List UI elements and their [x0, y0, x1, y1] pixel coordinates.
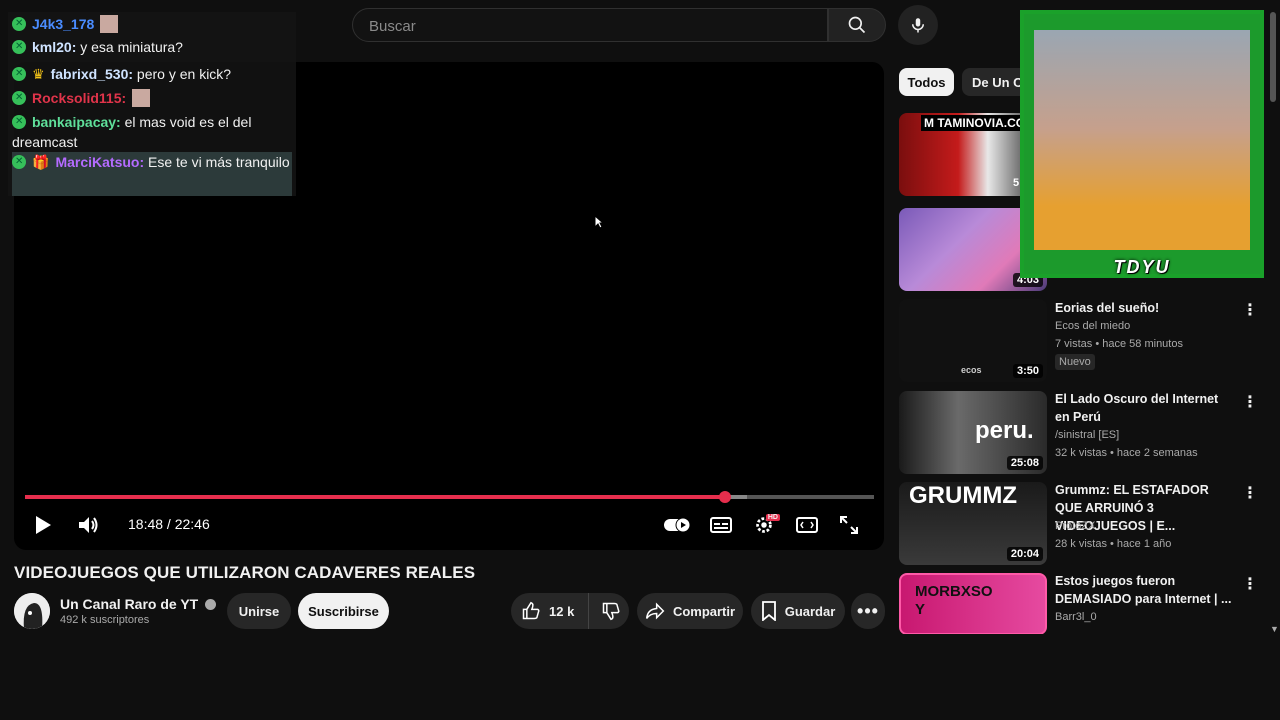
theater-mode-icon — [796, 517, 818, 533]
crown-badge-icon: ♛ — [32, 66, 45, 82]
volume-icon — [79, 517, 98, 533]
sidebar-scrollbar[interactable] — [1270, 12, 1276, 102]
video-thumbnail[interactable]: MORBXSO Y — [899, 573, 1047, 635]
autoplay-toggle[interactable] — [664, 516, 692, 534]
progress-scrubber[interactable] — [719, 491, 731, 503]
mouse-cursor-icon — [594, 215, 604, 229]
search-input[interactable] — [367, 9, 811, 43]
save-button[interactable]: Guardar — [751, 593, 845, 629]
fullscreen-icon — [840, 516, 858, 534]
video-thumbnail[interactable]: ecos 3:50 — [899, 299, 1047, 382]
subtitles-icon — [710, 517, 732, 533]
related-video-title[interactable]: El Lado Oscuro del Internet en Perú — [1055, 390, 1235, 426]
ghost-avatar-icon — [14, 593, 50, 629]
chat-message: J4k3_178 — [12, 14, 292, 34]
more-vertical-icon[interactable]: ⋮ — [1242, 300, 1258, 320]
related-video-title[interactable]: Estos juegos fueron DEMASIADO para Inter… — [1055, 572, 1235, 608]
bookmark-icon — [761, 601, 776, 621]
share-icon — [645, 602, 665, 620]
more-horizontal-icon: ••• — [857, 600, 879, 621]
subscribe-button[interactable]: Suscribirse — [298, 593, 389, 629]
gift-badge-icon: 🎁 — [32, 154, 50, 170]
search-icon — [848, 16, 866, 34]
moderator-badge-icon — [12, 112, 26, 132]
emote-icon — [132, 89, 151, 107]
chat-overlay: J4k3_178 kml20: y esa miniatura? ♛fabrix… — [8, 12, 296, 196]
related-video-meta: 28 k vistas • hace 1 año — [1055, 538, 1172, 550]
scroll-down-arrow-icon[interactable]: ▼ — [1270, 624, 1279, 634]
new-badge: Nuevo — [1055, 354, 1095, 370]
subtitles-button[interactable] — [708, 513, 734, 537]
webcam-overlay: TDYU — [1020, 10, 1264, 278]
webcam-feed — [1034, 30, 1250, 250]
related-video-channel[interactable]: Barr3l_0 — [1055, 608, 1097, 626]
video-thumbnail[interactable]: GRUMMZ 20:04 — [899, 482, 1047, 565]
thumbs-up-icon — [522, 601, 540, 620]
moderator-badge-icon — [12, 37, 26, 57]
moderator-badge-icon — [12, 152, 26, 172]
theater-mode-button[interactable] — [794, 513, 820, 537]
channel-name[interactable]: Un Canal Raro de YT — [60, 596, 217, 612]
fullscreen-button[interactable] — [836, 512, 862, 538]
related-video-title[interactable]: Eorias del sueño! — [1055, 299, 1235, 317]
sidebar-fade — [898, 634, 1280, 720]
settings-button[interactable]: HD — [750, 512, 780, 538]
dislike-button[interactable] — [589, 601, 621, 621]
search-button[interactable] — [828, 8, 886, 42]
moderator-badge-icon — [12, 14, 26, 34]
progress-played — [25, 495, 725, 499]
voice-search-button[interactable] — [898, 5, 938, 45]
webcam-label: TDYU — [1113, 257, 1171, 277]
chat-message-highlighted: 🎁MarciKatsuo: Ese te vi más tranquilo — [12, 152, 292, 196]
chat-message: ♛fabrixd_530: pero y en kick? — [12, 64, 292, 84]
thumbs-down-icon — [603, 602, 620, 621]
related-video-meta: 32 k vistas • hace 2 semanas — [1055, 447, 1198, 459]
more-actions-button[interactable]: ••• — [851, 593, 885, 629]
chip-all[interactable]: Todos — [899, 68, 954, 96]
moderator-badge-icon — [12, 88, 26, 108]
more-vertical-icon[interactable]: ⋮ — [1242, 574, 1258, 594]
like-button[interactable]: 12 k — [511, 593, 590, 629]
volume-button[interactable] — [76, 512, 102, 538]
related-video-channel[interactable]: ProtoZX — [1055, 517, 1095, 535]
share-button[interactable]: Compartir — [637, 593, 743, 629]
related-video-meta: 7 vistas • hace 58 minutos — [1055, 338, 1183, 350]
like-dislike-group: 12 k — [511, 593, 629, 629]
related-video-channel[interactable]: /sinistral [ES] — [1055, 426, 1119, 444]
moderator-badge-icon — [12, 64, 26, 84]
emote-icon — [100, 15, 119, 33]
chat-message: Rocksolid115: — [12, 88, 292, 108]
subscriber-count: 492 k suscriptores — [60, 614, 150, 626]
play-icon — [36, 516, 51, 534]
chat-message: kml20: y esa miniatura? — [12, 37, 292, 57]
join-button[interactable]: Unirse — [227, 593, 291, 629]
microphone-icon — [912, 18, 924, 33]
play-button[interactable] — [30, 512, 56, 538]
related-video-channel[interactable]: Ecos del miedo — [1055, 317, 1130, 335]
time-display: 18:48 / 22:46 — [128, 516, 210, 532]
chat-message: bankaipacay: el mas void es el del dream… — [12, 112, 292, 152]
search-box[interactable] — [352, 8, 828, 43]
video-thumbnail[interactable]: peru. 25:08 — [899, 391, 1047, 474]
autoplay-toggle-icon — [664, 517, 691, 533]
channel-avatar[interactable] — [14, 593, 50, 629]
more-vertical-icon[interactable]: ⋮ — [1242, 392, 1258, 412]
hd-badge: HD — [765, 514, 780, 521]
verified-icon — [205, 599, 217, 610]
video-title: VIDEOJUEGOS QUE UTILIZARON CADAVERES REA… — [14, 563, 476, 582]
more-vertical-icon[interactable]: ⋮ — [1242, 483, 1258, 503]
